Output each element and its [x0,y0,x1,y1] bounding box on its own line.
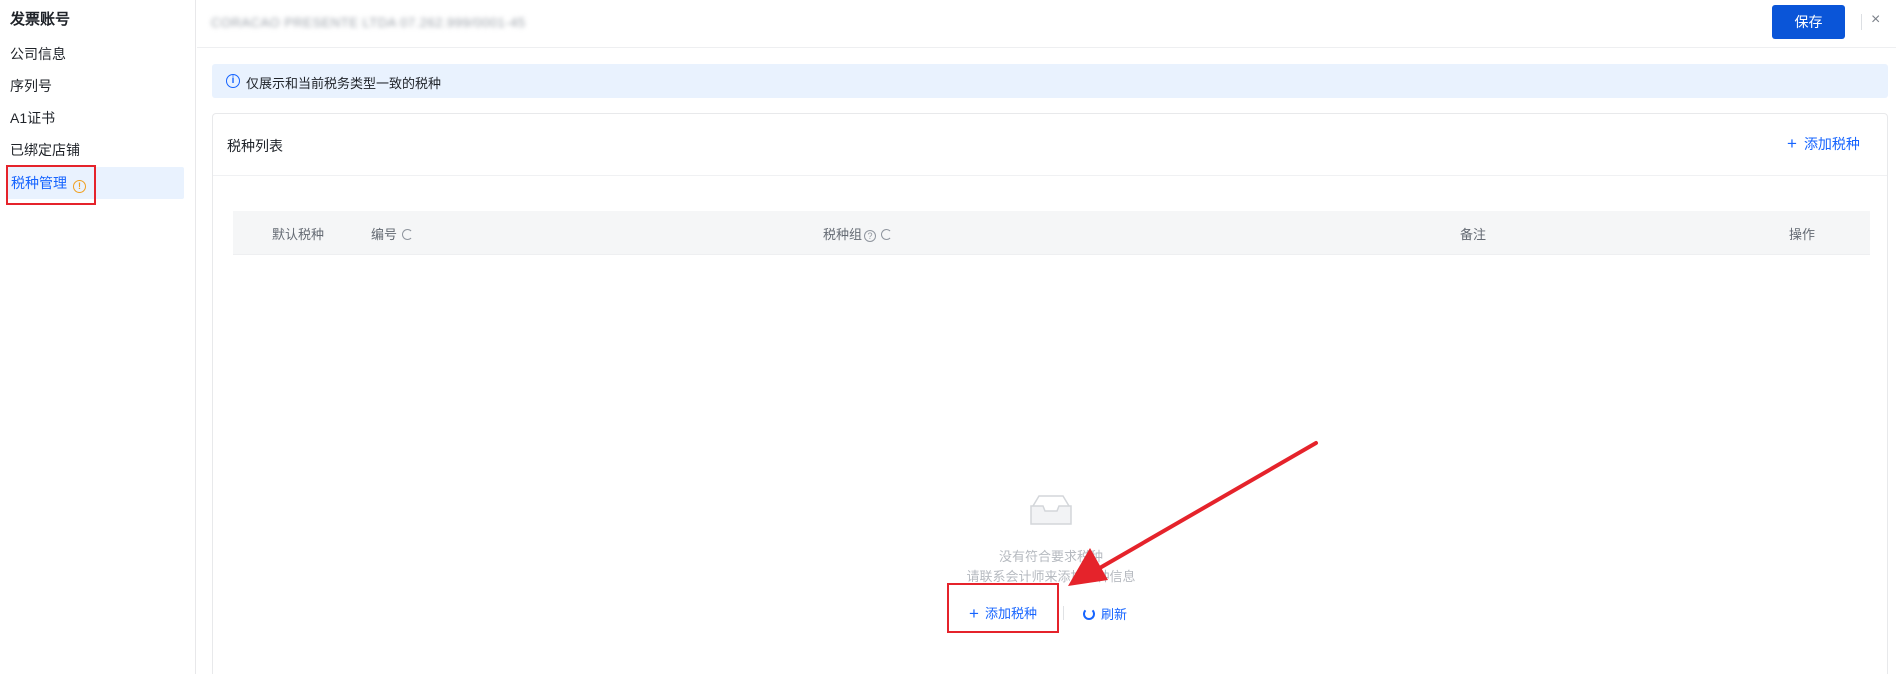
column-header-remarks: 备注 [1460,227,1487,242]
column-header-label: 税种组 [823,227,863,242]
plus-icon: + [969,604,979,623]
question-icon[interactable]: ? [864,230,877,242]
add-tax-label: 添加税种 [1803,136,1860,152]
refresh-icon [1083,608,1095,620]
column-header-actions: 操作 [1789,227,1816,242]
card-title: 税种列表 [227,138,283,154]
empty-hint: 请联系会计师来添加税种信息 [966,569,1136,584]
column-header-default-tax: 默认税种 [272,227,325,242]
save-button[interactable]: 保存 [1772,5,1845,39]
top-bar: CORACAO PRESENTE LTDA 07.262.999/0001-45… [197,0,1896,48]
company-name: CORACAO PRESENTE LTDA 07.262.999/0001-45 [211,15,526,30]
tax-list-card: 税种列表 + 添加税种 默认税种 编号 税种组? 备注 操作 没有符合要求税种 请… [212,113,1888,674]
sidebar-title: 发票账号 [10,11,71,28]
sidebar-item-bound-stores[interactable]: 已绑定店铺 [0,134,184,166]
banner-text: 仅展示和当前税务类型一致的税种 [246,76,442,91]
empty-inbox-icon [1030,495,1072,525]
sync-icon [402,229,414,240]
warning-icon: ! [73,180,86,193]
close-icon[interactable]: × [1871,11,1880,29]
info-icon: i [226,74,240,88]
empty-message: 没有符合要求税种 [998,549,1103,564]
plus-icon: + [1787,134,1797,153]
add-tax-label: 添加税种 [984,606,1037,621]
divider [213,175,1887,176]
sidebar-item-serial-number[interactable]: 序列号 [0,70,184,102]
sidebar-item-tax-management[interactable]: 税种管理! [6,167,184,199]
divider [1063,606,1064,620]
add-tax-button[interactable]: + 添加税种 [1787,134,1860,154]
sidebar: 发票账号 公司信息 序列号 A1证书 已绑定店铺 税种管理! [0,0,196,674]
info-banner: i 仅展示和当前税务类型一致的税种 [212,64,1888,98]
sync-icon [881,229,893,240]
table-header: 默认税种 编号 税种组? 备注 操作 [233,211,1870,255]
sidebar-item-a1-certificate[interactable]: A1证书 [0,102,184,134]
column-header-code[interactable]: 编号 [371,224,414,243]
sidebar-item-company-info[interactable]: 公司信息 [0,38,184,70]
refresh-label: 刷新 [1101,607,1128,622]
divider [1861,14,1862,30]
sidebar-item-label: 税种管理 [11,175,67,191]
column-header-label: 编号 [371,227,398,242]
column-header-tax-group[interactable]: 税种组? [823,224,893,243]
empty-add-tax-button[interactable]: + 添加税种 [969,603,1037,624]
refresh-button[interactable]: 刷新 [1083,604,1127,623]
